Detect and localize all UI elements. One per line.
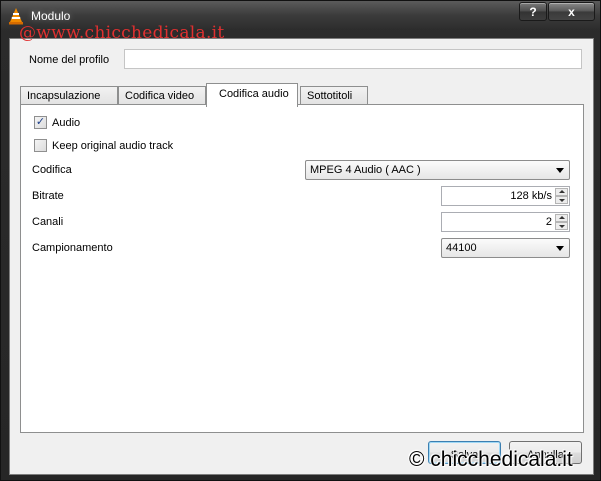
channels-label: Canali — [32, 216, 64, 228]
bitrate-up-icon[interactable] — [555, 188, 568, 196]
channels-value: 2 — [545, 216, 552, 228]
tab-bar: Incapsulazione Codifica video Codifica a… — [20, 83, 580, 107]
dialog-window: Modulo ? x @www.chicchedicala.it Nome de… — [0, 0, 601, 481]
samplerate-label: Campionamento — [32, 242, 113, 254]
keep-original-row[interactable]: Keep original audio track — [34, 139, 173, 152]
chevron-down-icon — [556, 168, 564, 173]
watermark-top: @www.chicchedicala.it — [19, 23, 225, 43]
dialog-client: Nome del profilo Incapsulazione Codifica… — [9, 38, 594, 475]
bitrate-down-icon[interactable] — [555, 196, 568, 204]
codec-select[interactable]: MPEG 4 Audio ( AAC ) — [305, 160, 570, 180]
channels-spinbox[interactable]: 2 — [441, 212, 570, 232]
chevron-down-icon — [556, 246, 564, 251]
tab-encapsulation[interactable]: Incapsulazione — [20, 86, 118, 106]
samplerate-select[interactable]: 44100 — [441, 238, 570, 258]
tab-subtitles[interactable]: Sottotitoli — [300, 86, 368, 106]
channels-up-icon[interactable] — [555, 214, 568, 222]
tab-video-codec[interactable]: Codifica video — [118, 86, 206, 106]
tab-audio-codec[interactable]: Codifica audio — [206, 83, 298, 107]
audio-checkbox-label: Audio — [52, 116, 81, 129]
help-button[interactable]: ? — [519, 2, 547, 21]
profile-name-input[interactable] — [124, 49, 582, 69]
bitrate-label: Bitrate — [32, 190, 64, 202]
keep-original-checkbox[interactable] — [34, 139, 47, 152]
audio-codec-panel: ✓ Audio Keep original audio track Codifi… — [20, 104, 584, 433]
codec-label: Codifica — [32, 164, 72, 176]
close-button[interactable]: x — [548, 2, 595, 21]
bitrate-spinbox[interactable]: 128 kb/s — [441, 186, 570, 206]
channels-down-icon[interactable] — [555, 222, 568, 230]
watermark-bottom: © chicchedicala.it — [409, 448, 573, 471]
window-title: Modulo — [31, 9, 71, 23]
keep-original-label: Keep original audio track — [52, 139, 174, 152]
audio-checkbox-row[interactable]: ✓ Audio — [34, 116, 80, 129]
codec-select-value: MPEG 4 Audio ( AAC ) — [310, 164, 421, 176]
bitrate-value: 128 kb/s — [510, 190, 552, 202]
audio-checkbox[interactable]: ✓ — [34, 116, 47, 129]
samplerate-select-value: 44100 — [446, 242, 477, 254]
profile-name-label: Nome del profilo — [29, 54, 110, 66]
